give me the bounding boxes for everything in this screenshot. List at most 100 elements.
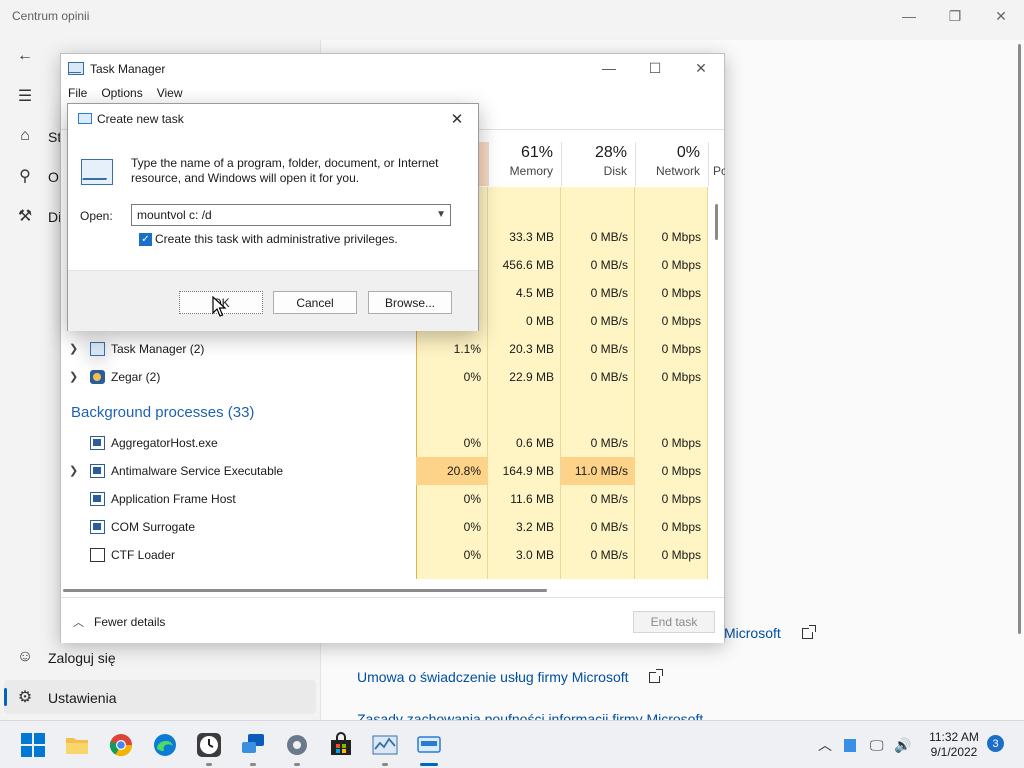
cpu-cell: 0%	[463, 520, 481, 534]
process-name: Task Manager (2)	[111, 342, 205, 356]
settings-label[interactable]: Ustawienia	[48, 690, 116, 706]
taskbar: ︿ 🖵 🔊 11:32 AM 9/1/2022	[0, 720, 1024, 768]
process-name: CTF Loader	[111, 548, 176, 562]
power-label: Po	[713, 164, 725, 178]
table-row[interactable]: COM Surrogate 0% 3.2 MB 0 MB/s 0 Mbps	[61, 513, 709, 541]
disk-cell: 0 MB/s	[590, 548, 628, 562]
cancel-button[interactable]: Cancel	[273, 291, 357, 314]
task-manager-titlebar[interactable]: Task Manager — ☐ ✕	[61, 54, 724, 84]
chevron-right-icon[interactable]: ❯	[69, 457, 78, 485]
horizontal-scrollbar[interactable]	[61, 586, 724, 596]
disk-percent: 28%	[594, 144, 627, 161]
menu-options[interactable]: Options	[94, 84, 149, 104]
settings-icon[interactable]	[284, 732, 310, 758]
table-row[interactable]: ❯ Zegar (2) 0% 22.9 MB 0 MB/s 0 Mbps	[61, 363, 709, 391]
task-manager-caption-buttons: — ☐ ✕	[586, 54, 724, 82]
memory-cell: 0 MB	[525, 314, 554, 328]
column-header-power[interactable]: Po	[708, 142, 725, 186]
maximize-icon[interactable]: ☐	[632, 54, 678, 82]
cpu-cell: 0%	[463, 436, 481, 450]
defender-icon[interactable]	[844, 721, 856, 768]
open-combobox[interactable]: ▼	[131, 204, 451, 226]
table-row[interactable]: AggregatorHost.exe 0% 0.6 MB 0 MB/s 0 Mb…	[61, 429, 709, 457]
minimize-icon[interactable]: —	[586, 54, 632, 82]
disk-cell: 0 MB/s	[590, 342, 628, 356]
process-icon	[90, 520, 105, 534]
open-label: Open:	[80, 209, 113, 223]
ctf-loader-icon	[90, 548, 105, 562]
open-input[interactable]	[132, 205, 428, 225]
edge-icon[interactable]	[152, 732, 178, 758]
task-manager-icon	[90, 342, 105, 356]
network-cell: 0 Mbps	[661, 286, 701, 300]
feedback-hub-scrollbar[interactable]	[1018, 44, 1021, 634]
close-icon[interactable]: ✕	[978, 4, 1024, 28]
cpu-cell: 1.1%	[453, 342, 481, 356]
restore-icon[interactable]: ❐	[932, 4, 978, 28]
minimize-icon[interactable]: —	[886, 4, 932, 28]
table-row[interactable]: ❯ Task Manager (2) 1.1% 20.3 MB 0 MB/s 0…	[61, 335, 709, 363]
privacy-statement-link[interactable]: Zasady zachowania poufności informacji f…	[357, 712, 703, 720]
diagnostics-icon[interactable]: ⚒	[14, 205, 36, 227]
menu-file[interactable]: File	[61, 84, 94, 104]
hamburger-menu-icon[interactable]: ☰	[14, 85, 36, 107]
chevron-right-icon[interactable]: ❯	[69, 363, 78, 391]
service-agreement-link[interactable]: Umowa o świadczenie usług firmy Microsof…	[357, 669, 629, 685]
notification-badge[interactable]: 3	[987, 735, 1004, 752]
end-task-button[interactable]: End task	[633, 611, 715, 633]
browse-button[interactable]: Browse...	[368, 291, 452, 314]
chevron-up-icon[interactable]: ︿	[73, 614, 84, 630]
microsoft-link[interactable]: Microsoft	[724, 625, 781, 641]
external-link-icon	[649, 669, 663, 683]
taskbar-clock[interactable]: 11:32 AM 9/1/2022	[918, 730, 990, 760]
chevron-down-icon[interactable]: ▼	[436, 209, 446, 220]
person-icon[interactable]: ☺	[14, 646, 36, 668]
network-icon[interactable]: 🖵	[870, 721, 884, 768]
menu-view[interactable]: View	[150, 84, 190, 104]
chevron-right-icon[interactable]: ❯	[69, 335, 78, 363]
start-icon[interactable]	[20, 732, 46, 758]
fewer-details-button[interactable]: Fewer details	[94, 615, 165, 629]
network-cell: 0 Mbps	[661, 492, 701, 506]
process-icon	[90, 436, 105, 450]
table-row[interactable]: ❯ Antimalware Service Executable 20.8% 1…	[61, 457, 709, 485]
close-icon[interactable]: ✕	[444, 108, 470, 130]
file-explorer-icon[interactable]	[64, 732, 90, 758]
column-header-disk[interactable]: 28% Disk	[561, 142, 635, 186]
clock-icon[interactable]	[196, 732, 222, 758]
volume-icon[interactable]: 🔊	[894, 721, 911, 768]
feedback-hub-title: Centrum opinii	[12, 9, 90, 23]
vertical-scrollbar[interactable]	[715, 204, 718, 240]
active-indicator	[420, 763, 438, 766]
feedback-icon[interactable]: ⚲	[14, 165, 36, 187]
run-icon	[78, 113, 92, 124]
memory-cell: 4.5 MB	[515, 286, 554, 300]
chevron-up-icon[interactable]: ︿	[818, 721, 832, 768]
column-header-memory[interactable]: 61% Memory	[488, 142, 561, 186]
table-row[interactable]: Application Frame Host 0% 11.6 MB 0 MB/s…	[61, 485, 709, 513]
network-cell: 0 Mbps	[661, 548, 701, 562]
task-manager-menu: File Options View	[61, 84, 190, 104]
admin-privileges-label[interactable]: Create this task with administrative pri…	[155, 232, 398, 246]
cpu-cell: 0%	[463, 370, 481, 384]
horizontal-scroll-thumb[interactable]	[63, 589, 547, 592]
disk-cell: 0 MB/s	[590, 286, 628, 300]
nav-item-feedback-label[interactable]: O	[48, 169, 59, 185]
back-arrow-icon[interactable]: ←	[14, 45, 36, 67]
run-dialog-icon[interactable]	[416, 732, 442, 758]
process-name: AggregatorHost.exe	[111, 436, 218, 450]
chrome-icon[interactable]	[108, 732, 134, 758]
disk-label: Disk	[603, 164, 627, 178]
table-row[interactable]: CTF Loader 0% 3.0 MB 0 MB/s 0 Mbps	[61, 541, 709, 569]
running-indicator	[250, 763, 256, 766]
gear-icon[interactable]: ⚙	[14, 686, 36, 708]
sign-in-label[interactable]: Zaloguj się	[48, 650, 116, 666]
dialog-message: Type the name of a program, folder, docu…	[131, 156, 439, 185]
admin-privileges-checkbox[interactable]: ✓	[139, 233, 152, 246]
home-icon[interactable]: ⌂	[14, 125, 36, 147]
store-icon[interactable]	[328, 732, 354, 758]
task-manager-icon[interactable]	[372, 732, 398, 758]
column-header-network[interactable]: 0% Network	[635, 142, 708, 186]
feedback-hub-icon[interactable]	[240, 732, 266, 758]
close-icon[interactable]: ✕	[678, 54, 724, 82]
